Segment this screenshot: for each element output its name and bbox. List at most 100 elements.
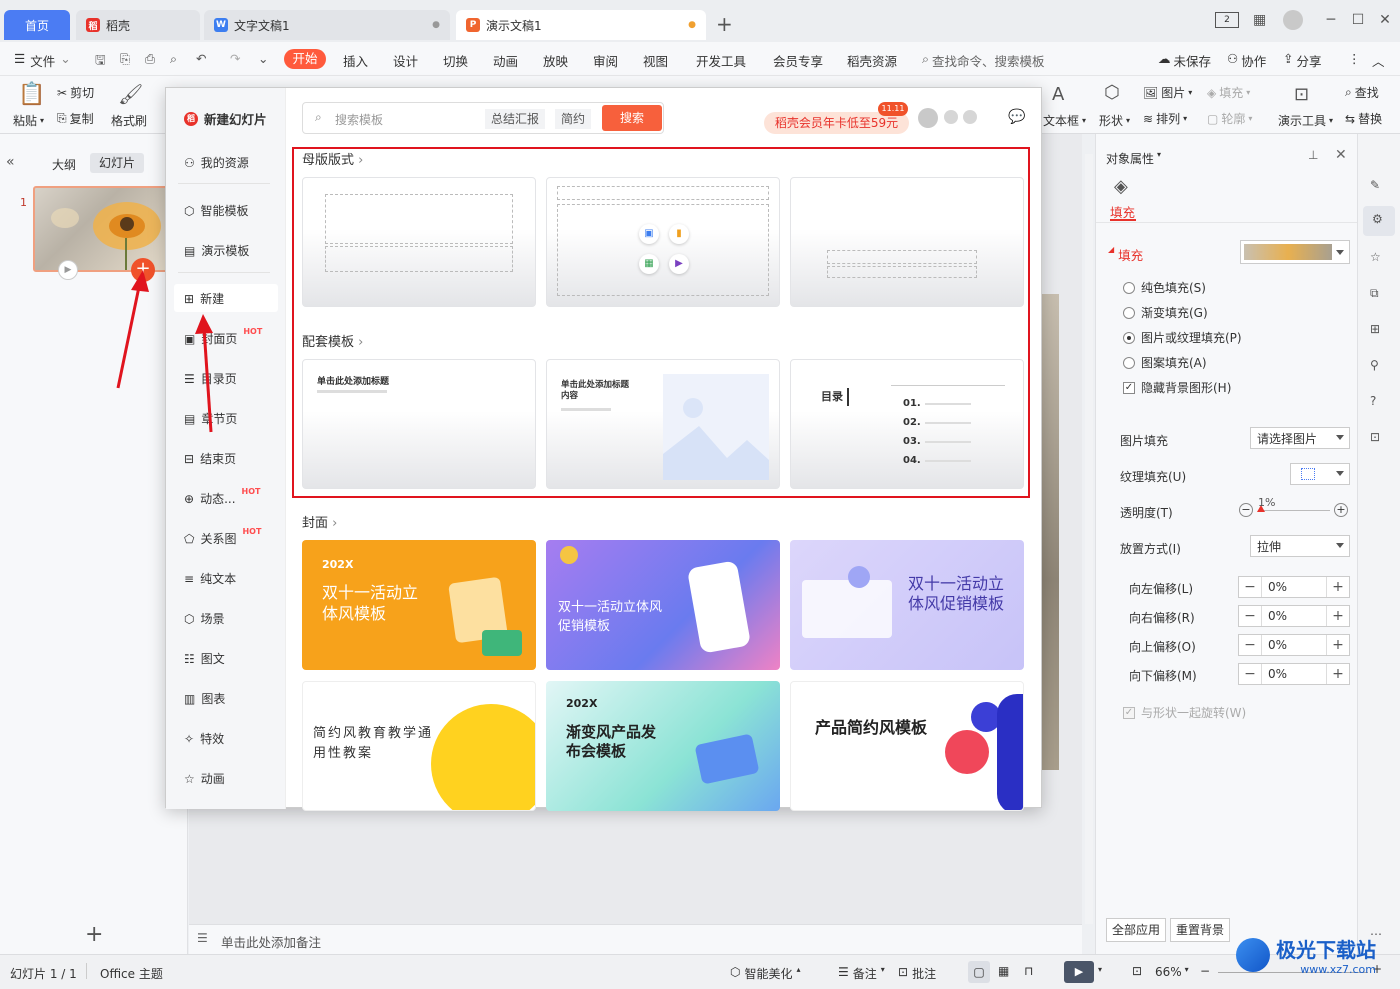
- section-cover[interactable]: 封面 ›: [302, 512, 337, 531]
- rocket-icon[interactable]: ⚲: [1370, 358, 1388, 376]
- arrange-button[interactable]: ≋ 排列 ▾: [1143, 110, 1187, 127]
- collaborate-button[interactable]: ⚇ 协作: [1227, 51, 1266, 70]
- quick-access-dropdown-icon[interactable]: ⌄: [258, 51, 268, 66]
- nav-section[interactable]: ▤ 章节页: [184, 410, 237, 427]
- radio-picture-fill[interactable]: 图片或纹理填充(P): [1123, 329, 1242, 346]
- rotate-with-shape-checkbox[interactable]: ✓ 与形状一起旋转(W): [1123, 704, 1246, 721]
- properties-header[interactable]: 对象属性 ▾: [1106, 150, 1161, 167]
- collapse-panel-icon[interactable]: «: [6, 154, 15, 170]
- placement-select[interactable]: 拉伸: [1250, 535, 1350, 557]
- menu-tab-insert[interactable]: 插入: [343, 51, 368, 70]
- copy-button[interactable]: ⎘ 复制: [57, 110, 94, 127]
- more-icon[interactable]: ⋮: [1348, 51, 1361, 66]
- new-tab-icon[interactable]: +: [716, 12, 733, 36]
- reset-background-button[interactable]: 重置背景: [1170, 918, 1230, 942]
- menu-tab-start[interactable]: 开始: [284, 49, 326, 69]
- smart-beautify-button[interactable]: ⬡ 智能美化 ▴: [730, 965, 801, 982]
- normal-view-icon[interactable]: ▢: [968, 961, 990, 983]
- notes-bar[interactable]: ☰ 单击此处添加备注: [189, 924, 1082, 954]
- outline-button[interactable]: ▢ 轮廓 ▾: [1207, 110, 1252, 127]
- replace-button[interactable]: ⇆ 替换: [1345, 110, 1382, 127]
- notes-button[interactable]: ☰ 备注 ▾: [838, 965, 885, 982]
- cover-template-2[interactable]: 双十一活动立体风促销模板: [546, 540, 780, 670]
- picture-button[interactable]: 🖼 图片 ▾: [1143, 84, 1192, 101]
- nav-image-text[interactable]: ☷ 图文: [184, 650, 225, 667]
- offset-right-stepper[interactable]: −0% +: [1238, 605, 1350, 627]
- matching-card-title[interactable]: 单击此处添加标题: [302, 359, 536, 489]
- zoom-select[interactable]: 66% ▾: [1155, 965, 1189, 979]
- menu-tab-developer[interactable]: 开发工具: [696, 51, 746, 70]
- help-icon[interactable]: ?: [1370, 394, 1388, 412]
- decrease-transparency-button[interactable]: −: [1239, 503, 1253, 517]
- nav-plain-text[interactable]: ≡ 纯文本: [184, 570, 236, 587]
- fill-bucket-icon[interactable]: ◈: [1114, 176, 1128, 197]
- menu-tab-member[interactable]: 会员专享: [773, 51, 823, 70]
- design-icon[interactable]: ✎: [1370, 178, 1388, 196]
- export-pdf-icon[interactable]: ⎘: [120, 51, 130, 67]
- avatar[interactable]: [1283, 10, 1303, 30]
- matching-card-toc[interactable]: 目录 01. 02. 03. 04.: [790, 359, 1024, 489]
- fill-button[interactable]: ◈ 填充 ▾: [1207, 84, 1250, 101]
- cover-template-6[interactable]: 产品简约风模板: [790, 681, 1024, 811]
- plus-icon[interactable]: +: [1327, 606, 1349, 626]
- picture-fill-select[interactable]: 请选择图片: [1250, 427, 1350, 449]
- vertical-scrollbar[interactable]: [1085, 154, 1093, 924]
- tab-docer[interactable]: 稻 稻壳: [76, 10, 200, 40]
- file-menu[interactable]: ☰ 文件 ⌄: [14, 51, 71, 70]
- redo-icon[interactable]: ↷: [230, 51, 240, 66]
- menu-tab-docer-resources[interactable]: 稻壳资源: [847, 51, 897, 70]
- radio-gradient-fill[interactable]: 渐变填充(G): [1123, 304, 1208, 321]
- minus-icon[interactable]: −: [1239, 664, 1261, 684]
- menu-tab-view[interactable]: 视图: [643, 51, 668, 70]
- book-icon[interactable]: ⊡: [1370, 430, 1388, 448]
- minus-icon[interactable]: −: [1239, 577, 1261, 597]
- reading-view-icon[interactable]: ⊓: [1024, 964, 1033, 978]
- minimize-icon[interactable]: ─: [1320, 11, 1342, 29]
- zoom-out-icon[interactable]: −: [1200, 964, 1210, 978]
- nav-toc[interactable]: ☰ 目录页: [184, 370, 237, 387]
- find-button[interactable]: ⌕ 查找: [1345, 84, 1379, 101]
- tab-presentation[interactable]: P 演示文稿1 ●: [456, 10, 706, 40]
- nav-dynamic[interactable]: ⊕ 动态... HOT: [184, 487, 260, 507]
- save-icon[interactable]: 🖫: [95, 51, 106, 72]
- nav-chart[interactable]: ▥ 图表: [184, 690, 225, 707]
- minus-icon[interactable]: −: [1239, 606, 1261, 626]
- textbox-button[interactable]: 文本框 ▾: [1043, 112, 1086, 129]
- tab-home[interactable]: 首页: [4, 10, 70, 40]
- hide-background-checkbox[interactable]: ✓ 隐藏背景图形(H): [1123, 379, 1231, 396]
- section-master-layout[interactable]: 母版版式 ›: [302, 149, 363, 168]
- texture-fill-select[interactable]: [1290, 463, 1350, 485]
- cover-template-3[interactable]: 双十一活动立体风促销模板: [790, 540, 1024, 670]
- matching-card-content[interactable]: 单击此处添加标题内容: [546, 359, 780, 489]
- tab-outline[interactable]: 大纲: [52, 156, 76, 173]
- format-painter-icon[interactable]: 🖌: [118, 82, 143, 106]
- avatar[interactable]: [918, 108, 938, 128]
- search-button[interactable]: 搜索: [602, 105, 662, 131]
- print-preview-icon[interactable]: ⌕: [170, 51, 177, 67]
- maximize-icon[interactable]: ☐: [1347, 11, 1369, 29]
- template-search-box[interactable]: ⌕ 搜索模板 总结汇报 简约 搜索: [302, 102, 664, 134]
- nav-smart-templates[interactable]: ⬡ 智能模板: [184, 202, 249, 219]
- offset-left-stepper[interactable]: −0% +: [1238, 576, 1350, 598]
- radio-pattern-fill[interactable]: 图案填充(A): [1123, 354, 1207, 371]
- message-icon[interactable]: 💬: [1008, 109, 1025, 125]
- plus-icon[interactable]: +: [1327, 577, 1349, 597]
- menu-tab-design[interactable]: 设计: [393, 51, 418, 70]
- pin-icon[interactable]: ⊥: [1308, 148, 1318, 162]
- properties-icon-active[interactable]: ⚙: [1363, 206, 1395, 236]
- nav-effects[interactable]: ✧ 特效: [184, 730, 224, 747]
- radio-solid-fill[interactable]: 纯色填充(S): [1123, 279, 1206, 296]
- presentation-tools-button[interactable]: 演示工具 ▾: [1278, 112, 1333, 129]
- master-card-1[interactable]: [302, 177, 536, 307]
- tab-slides[interactable]: 幻灯片: [90, 153, 144, 173]
- comment-button[interactable]: ⊡ 批注: [898, 965, 936, 982]
- tag-summary[interactable]: 总结汇报: [485, 109, 546, 129]
- nav-relation[interactable]: ⬠ 关系图 HOT: [184, 527, 261, 547]
- shape-button[interactable]: 形状 ▾: [1099, 112, 1130, 129]
- section-matching-templates[interactable]: 配套模板 ›: [302, 331, 363, 350]
- add-slide-button[interactable]: +: [131, 258, 155, 282]
- menu-tab-slideshow[interactable]: 放映: [543, 51, 568, 70]
- increase-transparency-button[interactable]: +: [1334, 503, 1348, 517]
- share-button[interactable]: ⇪ 分享: [1283, 51, 1322, 70]
- collapse-ribbon-icon[interactable]: ︿: [1372, 51, 1385, 70]
